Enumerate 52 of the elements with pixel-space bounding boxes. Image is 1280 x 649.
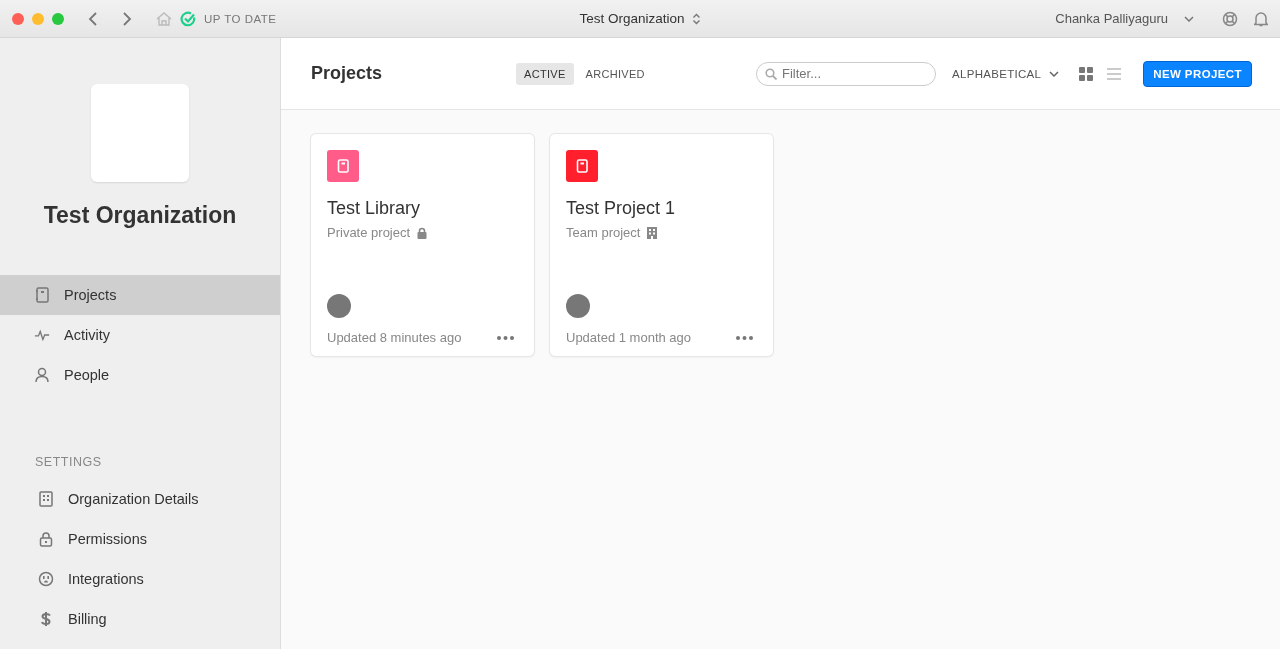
forward-icon[interactable] [122,11,132,26]
chevron-down-icon [1184,15,1194,22]
back-icon[interactable] [88,11,98,26]
settings-item[interactable]: Permissions [0,519,280,559]
sort-dropdown[interactable]: ALPHABETICAL [952,67,1060,80]
filter-tab[interactable]: ARCHIVED [577,62,653,85]
sidebar-item[interactable]: People [0,355,280,395]
notification-bell-icon[interactable] [1254,10,1268,27]
project-name: Test Project 1 [566,198,677,219]
settings-heading: SETTINGS [34,455,103,469]
chevron-down-icon [1049,70,1060,77]
zoom-window-button[interactable] [52,12,64,25]
sidebar-item[interactable]: Activity [0,315,280,355]
lock-icon [417,226,428,239]
organization-switcher[interactable]: Test Organization [579,11,701,26]
dollar-icon [38,611,54,627]
notebook-icon [34,287,50,303]
visibility-label: Private project [327,225,411,240]
settings-item[interactable]: Billing [0,599,280,639]
outlet-icon [38,571,54,587]
sync-status: UP TO DATE [204,12,277,25]
list-view-icon[interactable] [1107,67,1122,80]
building-icon [647,226,658,239]
new-project-button[interactable]: NEW PROJECT [1143,60,1252,87]
project-card[interactable]: Test Library Private project Updated 8 minutes ago [311,134,534,356]
updown-icon [692,12,701,25]
person-icon [34,367,50,383]
updated-time: Updated 1 month ago [566,330,692,345]
lock-icon [38,531,54,547]
organization-name: Test Organization [42,202,238,229]
close-window-button[interactable] [12,12,24,25]
settings-item[interactable]: Organization Details [0,479,280,519]
updated-time: Updated 8 minutes ago [327,330,462,345]
project-card[interactable]: Test Project 1 Team project Updated 1 month ago [550,134,773,356]
project-name: Test Library [327,198,422,219]
page-title: Projects [311,63,383,84]
home-icon[interactable] [156,11,172,26]
more-options-icon[interactable] [736,335,753,340]
sidebar-item[interactable]: Projects [0,275,280,315]
filter-tab[interactable]: ACTIVE [516,62,574,85]
pulse-icon [34,329,50,341]
help-icon[interactable] [1222,10,1238,27]
settings-item[interactable]: Integrations [0,559,280,599]
grid-view-icon[interactable] [1079,66,1094,81]
user-menu[interactable]: Chanka Palliyaguru [1055,11,1194,26]
building-icon [38,491,54,507]
check-circle-icon [180,10,196,27]
more-options-icon[interactable] [497,335,514,340]
avatar [566,294,590,318]
avatar [327,294,351,318]
filter-field[interactable]: Filter... [756,61,936,86]
visibility-label: Team project [566,225,641,240]
